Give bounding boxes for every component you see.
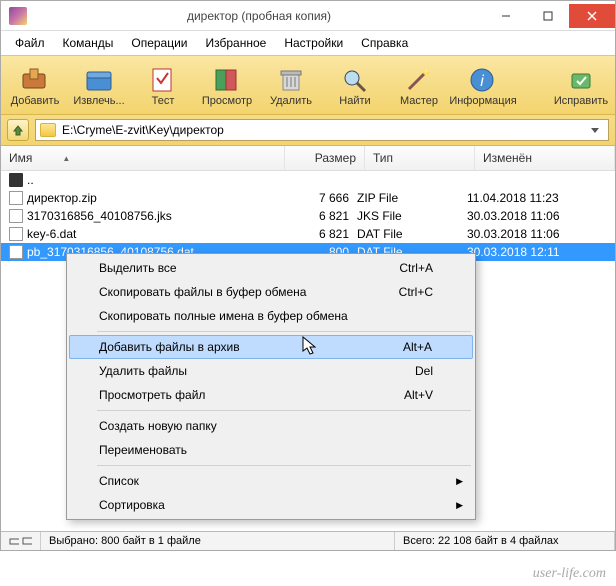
- toolbar-test-label: Тест: [152, 95, 175, 107]
- toolbar-delete-label: Удалить: [270, 95, 312, 107]
- file-icon: [9, 227, 23, 241]
- submenu-arrow-icon: ▶: [456, 500, 463, 511]
- header-size[interactable]: Размер: [285, 146, 365, 170]
- toolbar-find-label: Найти: [339, 95, 370, 107]
- up-dir-icon: [9, 173, 23, 187]
- ctx-copy-files[interactable]: Скопировать файлы в буфер обменаCtrl+C: [69, 280, 473, 304]
- status-selected: Выбрано: 800 байт в 1 файле: [41, 532, 395, 550]
- maximize-button[interactable]: [527, 4, 569, 28]
- toolbar-extract-label: Извлечь...: [73, 95, 124, 107]
- ctx-add-to-archive[interactable]: Добавить файлы в архивAlt+A: [69, 335, 473, 359]
- list-item[interactable]: ..: [1, 171, 615, 189]
- menu-settings[interactable]: Настройки: [276, 33, 351, 53]
- status-icons: [1, 532, 41, 550]
- ctx-separator: [97, 331, 471, 332]
- column-headers: Имя▲ Размер Тип Изменён: [1, 146, 615, 171]
- list-item[interactable]: директор.zip 7 666 ZIP File 11.04.2018 1…: [1, 189, 615, 207]
- ctx-delete-files[interactable]: Удалить файлыDel: [69, 359, 473, 383]
- toolbar: Добавить Извлечь... Тест Просмотр Удалит…: [1, 55, 615, 115]
- menu-file[interactable]: Файл: [7, 33, 53, 53]
- toolbar-view-label: Просмотр: [202, 95, 252, 107]
- toolbar-view[interactable]: Просмотр: [195, 60, 259, 112]
- ctx-separator: [97, 410, 471, 411]
- ctx-select-all[interactable]: Выделить всеCtrl+A: [69, 256, 473, 280]
- toolbar-extract[interactable]: Извлечь...: [67, 60, 131, 112]
- file-icon: [9, 209, 23, 223]
- menu-commands[interactable]: Команды: [55, 33, 122, 53]
- toolbar-add[interactable]: Добавить: [3, 60, 67, 112]
- toolbar-add-label: Добавить: [11, 95, 60, 107]
- menu-operations[interactable]: Операции: [123, 33, 195, 53]
- close-button[interactable]: [569, 4, 615, 28]
- toolbar-repair[interactable]: Исправить: [549, 60, 613, 112]
- titlebar: директор (пробная копия): [1, 1, 615, 31]
- list-item[interactable]: key-6.dat 6 821 DAT File 30.03.2018 11:0…: [1, 225, 615, 243]
- minimize-button[interactable]: [485, 4, 527, 28]
- context-menu: Выделить всеCtrl+A Скопировать файлы в б…: [66, 253, 476, 520]
- address-field[interactable]: E:\Cryme\E-zvit\Key\директор: [35, 119, 609, 141]
- ctx-sort[interactable]: Сортировка▶: [69, 493, 473, 517]
- addressbar: E:\Cryme\E-zvit\Key\директор: [1, 115, 615, 146]
- submenu-arrow-icon: ▶: [456, 476, 463, 487]
- menubar: Файл Команды Операции Избранное Настройк…: [1, 31, 615, 55]
- toolbar-repair-label: Исправить: [554, 95, 608, 107]
- svg-text:i: i: [480, 73, 484, 90]
- toolbar-wizard[interactable]: Мастер: [387, 60, 451, 112]
- statusbar: Выбрано: 800 байт в 1 файле Всего: 22 10…: [1, 531, 615, 550]
- header-date[interactable]: Изменён: [475, 146, 615, 170]
- address-path: E:\Cryme\E-zvit\Key\директор: [62, 123, 224, 137]
- up-button[interactable]: [7, 119, 29, 141]
- window-title: директор (пробная копия): [33, 9, 485, 23]
- toolbar-test[interactable]: Тест: [131, 60, 195, 112]
- app-icon: [9, 7, 27, 25]
- ctx-rename[interactable]: Переименовать: [69, 438, 473, 462]
- ctx-separator: [97, 465, 471, 466]
- ctx-view-file[interactable]: Просмотреть файлAlt+V: [69, 383, 473, 407]
- header-type[interactable]: Тип: [365, 146, 475, 170]
- watermark: user-life.com: [533, 566, 606, 582]
- menu-favorites[interactable]: Избранное: [198, 33, 275, 53]
- ctx-list[interactable]: Список▶: [69, 469, 473, 493]
- file-icon: [9, 245, 23, 259]
- header-name[interactable]: Имя▲: [1, 146, 285, 170]
- sort-indicator: ▲: [62, 154, 70, 163]
- status-total: Всего: 22 108 байт в 4 файлах: [395, 532, 615, 550]
- ctx-copy-full-names[interactable]: Скопировать полные имена в буфер обмена: [69, 304, 473, 328]
- file-icon: [9, 191, 23, 205]
- folder-icon: [40, 123, 56, 137]
- toolbar-delete[interactable]: Удалить: [259, 60, 323, 112]
- toolbar-find[interactable]: Найти: [323, 60, 387, 112]
- toolbar-info-label: Информация: [449, 95, 516, 107]
- window-controls: [485, 4, 615, 28]
- ctx-new-folder[interactable]: Создать новую папку: [69, 414, 473, 438]
- toolbar-wizard-label: Мастер: [400, 95, 438, 107]
- address-dropdown[interactable]: [586, 126, 604, 134]
- menu-help[interactable]: Справка: [353, 33, 416, 53]
- toolbar-info[interactable]: i Информация: [451, 60, 515, 112]
- list-item[interactable]: 3170316856_40108756.jks 6 821 JKS File 3…: [1, 207, 615, 225]
